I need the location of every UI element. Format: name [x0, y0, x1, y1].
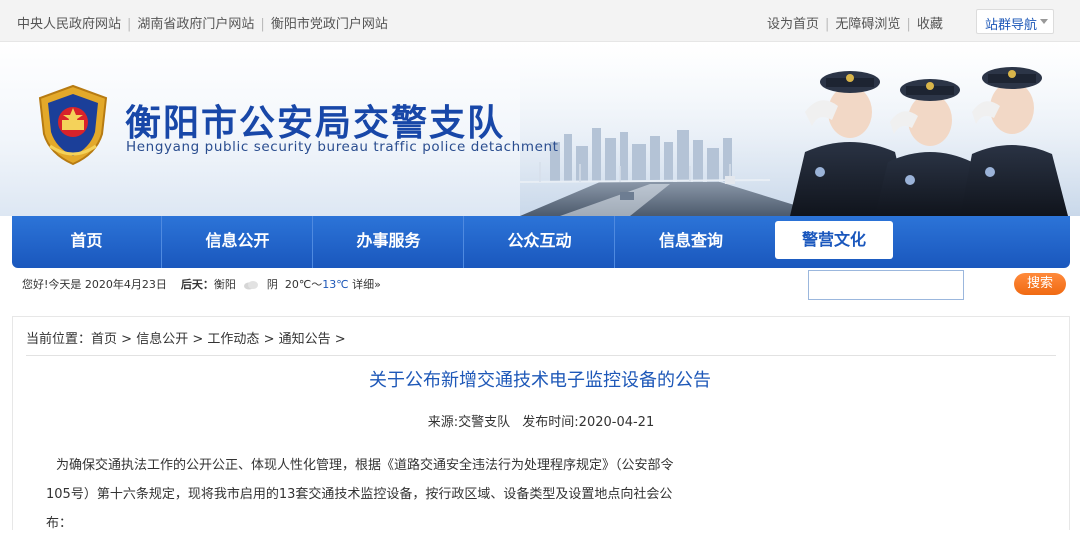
date-weather-bar: 您好!今天是 2020年4月23日 后天：衡阳 阴 20℃～13℃ 详细» — [22, 276, 381, 292]
set-homepage-link[interactable]: 设为首页 — [767, 17, 819, 32]
external-links: 中央人民政府网站 | 湖南省政府门户网站 | 衡阳市党政门户网站 — [17, 13, 388, 32]
temp-separator: ～ — [311, 278, 323, 291]
bookmark-link[interactable]: 收藏 — [917, 17, 943, 32]
breadcrumb-notices[interactable]: 通知公告 — [279, 332, 331, 347]
nav-item-services[interactable]: 办事服务 — [314, 216, 464, 268]
banner-city-police-image — [520, 42, 1080, 216]
nav-item-info-disclosure[interactable]: 信息公开 — [163, 216, 313, 268]
breadcrumb-label: 当前位置： — [26, 332, 92, 347]
temp-high: 20℃ — [284, 278, 312, 291]
breadcrumb-separator: > — [334, 332, 346, 347]
nav-item-home[interactable]: 首页 — [12, 216, 162, 268]
site-subtitle: Hengyang public security bureau traffic … — [126, 139, 559, 155]
site-group-nav-label: 站群导航 — [985, 18, 1038, 33]
temp-low: 13℃ — [322, 278, 349, 291]
nav-item-public-interaction[interactable]: 公众互动 — [465, 216, 615, 268]
cloudy-weather-icon — [244, 281, 259, 290]
search-button[interactable]: 搜索 — [1014, 273, 1066, 295]
date-greeting: 您好!今天是 2020年4月23日 — [22, 278, 167, 291]
article-title: 关于公布新增交通技术电子监控设备的公告 — [369, 370, 711, 391]
chevron-down-icon — [1040, 19, 1048, 24]
nav-item-info-query[interactable]: 信息查询 — [616, 216, 766, 268]
breadcrumb-separator: > — [121, 332, 133, 347]
search-input[interactable] — [808, 270, 964, 300]
utility-links: 设为首页 | 无障碍浏览 | 收藏 — [767, 13, 943, 32]
breadcrumb-info-disclosure[interactable]: 信息公开 — [136, 332, 188, 347]
article-paragraph-line: 布： — [46, 516, 73, 531]
accessibility-link[interactable]: 无障碍浏览 — [835, 17, 900, 32]
header-banner: 衡阳市公安局交警支队 Hengyang public security bure… — [0, 42, 1080, 216]
weather-detail-link[interactable]: 详细» — [352, 278, 381, 291]
article-source: 来源:交警支队 — [427, 415, 511, 430]
main-nav: 首页 信息公开 办事服务 公众互动 信息查询 警营文化 — [12, 216, 1070, 268]
weather-city: 衡阳 — [213, 278, 236, 291]
police-emblem-icon — [38, 84, 108, 166]
breadcrumb: 当前位置：首页 > 信息公开 > 工作动态 > 通知公告 > — [26, 328, 346, 347]
article-publish-time: 发布时间:2020-04-21 — [522, 415, 655, 430]
divider — [26, 355, 1056, 356]
article-meta: 来源:交警支队 发布时间:2020-04-21 — [0, 411, 1080, 430]
divider: | — [127, 17, 132, 32]
article-paragraph-line: 为确保交通执法工作的公开公正、体现人性化管理，根据《道路交通安全违法行为处理程序… — [56, 458, 674, 473]
breadcrumb-separator: > — [263, 332, 275, 347]
weather-condition: 阴 — [266, 278, 278, 291]
link-hengyang-party-gov[interactable]: 衡阳市党政门户网站 — [271, 17, 388, 32]
top-utility-bar: 中央人民政府网站 | 湖南省政府门户网站 | 衡阳市党政门户网站 设为首页 | 无障碍浏览 |… — [0, 0, 1080, 42]
breadcrumb-home[interactable]: 首页 — [91, 332, 117, 347]
divider: | — [825, 17, 830, 32]
breadcrumb-separator: > — [192, 332, 204, 347]
breadcrumb-work-updates[interactable]: 工作动态 — [207, 332, 259, 347]
site-group-nav-dropdown[interactable]: 站群导航 — [976, 9, 1054, 34]
nav-item-police-culture[interactable]: 警营文化 — [775, 221, 893, 259]
article-paragraph-line: 105号）第十六条规定，现将我市启用的13套交通技术监控设备，按行政区域、设备类… — [46, 487, 673, 502]
link-hunan-gov[interactable]: 湖南省政府门户网站 — [137, 17, 254, 32]
link-central-gov[interactable]: 中央人民政府网站 — [17, 17, 121, 32]
article-body: 为确保交通执法工作的公开公正、体现人性化管理，根据《道路交通安全违法行为处理程序… — [46, 451, 726, 538]
divider: | — [906, 17, 911, 32]
divider: | — [260, 17, 265, 32]
weather-day-label: 后天： — [180, 278, 214, 291]
